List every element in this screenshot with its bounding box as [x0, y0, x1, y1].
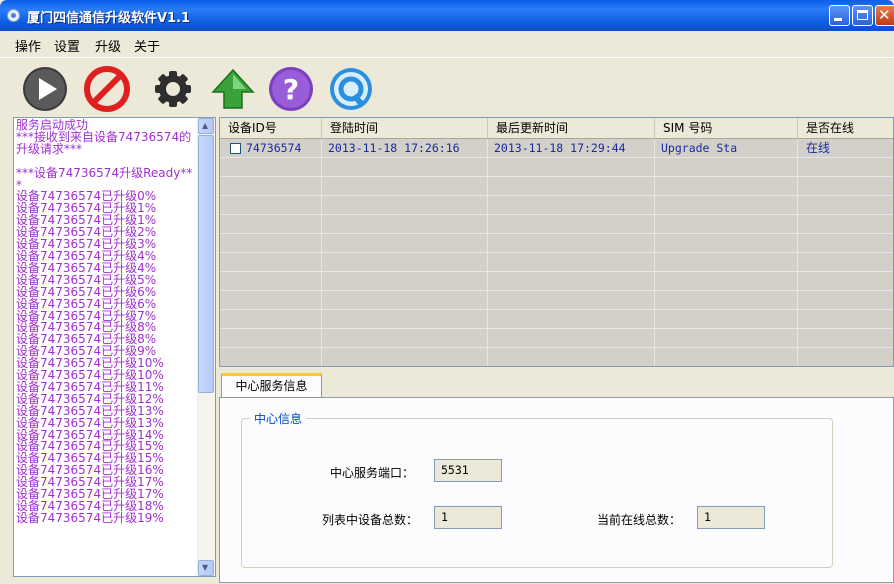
gear-icon[interactable] [146, 64, 200, 114]
table-row[interactable]: 74736574 2013-11-18 17:26:16 2013-11-18 … [220, 139, 893, 158]
log-panel[interactable]: 服务启动成功 ***接收到来自设备74736574的升级请求*** ***设备74… [13, 117, 216, 577]
minimize-icon [834, 18, 842, 21]
table-row-empty [220, 310, 893, 329]
table-row-empty [220, 196, 893, 215]
table-row-empty [220, 348, 893, 366]
scroll-thumb[interactable] [198, 135, 214, 393]
online-total-label: 当前在线总数： [597, 513, 682, 527]
help-icon[interactable]: ? [266, 64, 316, 114]
upgrade-arrow-icon[interactable] [208, 64, 258, 114]
refresh-icon[interactable] [326, 64, 376, 114]
table-row-empty [220, 234, 893, 253]
chevron-down-icon: ▼ [202, 563, 209, 572]
table-row-empty [220, 272, 893, 291]
close-button[interactable]: ✕ [875, 5, 894, 26]
app-icon[interactable] [7, 9, 20, 22]
table-header: 设备ID号 登陆时间 最后更新时间 SIM 号码 是否在线 [220, 118, 893, 139]
play-icon[interactable] [20, 64, 70, 114]
toolbar: ? [0, 57, 894, 116]
menu-about[interactable]: 关于 [134, 36, 160, 55]
port-field[interactable]: 5531 [434, 459, 502, 482]
cell-login-time: 2013-11-18 17:26:16 [322, 139, 488, 158]
minimize-button[interactable] [829, 5, 850, 26]
log-line: ***设备74736574升级Ready*** [16, 165, 193, 192]
table-row-empty [220, 215, 893, 234]
maximize-icon [857, 10, 868, 20]
column-login-time[interactable]: 登陆时间 [322, 118, 488, 138]
cell-sim: Upgrade Sta [655, 139, 798, 158]
scroll-down-button[interactable]: ▼ [198, 560, 214, 576]
column-online[interactable]: 是否在线 [798, 118, 893, 138]
window-title: 厦门四信通信升级软件V1.1 [27, 11, 191, 26]
svg-text:?: ? [283, 73, 299, 106]
group-title: 中心信息 [250, 410, 307, 427]
cell-last-update: 2013-11-18 17:29:44 [488, 139, 655, 158]
device-table: 设备ID号 登陆时间 最后更新时间 SIM 号码 是否在线 74736574 2… [219, 117, 894, 367]
scroll-up-button[interactable]: ▲ [198, 118, 214, 134]
table-row-empty [220, 253, 893, 272]
log-line: ***接收到来自设备74736574的升级请求*** [16, 129, 192, 156]
table-row-empty [220, 291, 893, 310]
column-last-update[interactable]: 最后更新时间 [488, 118, 655, 138]
title-bar: 厦门四信通信升级软件V1.1 ✕ [0, 0, 894, 31]
cell-online: 在线 [798, 139, 893, 158]
column-device-id[interactable]: 设备ID号 [220, 118, 322, 138]
menu-settings[interactable]: 设置 [54, 36, 80, 55]
total-devices-field[interactable]: 1 [434, 506, 502, 529]
table-row-empty [220, 158, 893, 177]
center-info-group [241, 418, 833, 568]
menu-upgrade[interactable]: 升级 [95, 36, 121, 55]
column-sim[interactable]: SIM 号码 [655, 118, 798, 138]
table-body: 74736574 2013-11-18 17:26:16 2013-11-18 … [220, 139, 893, 366]
table-row-empty [220, 329, 893, 348]
tab-center-service-info[interactable]: 中心服务信息 [221, 373, 322, 398]
menu-operation[interactable]: 操作 [15, 36, 41, 55]
maximize-button[interactable] [852, 5, 873, 26]
log-text: 服务启动成功 ***接收到来自设备74736574的升级请求*** ***设备74… [16, 119, 198, 525]
log-line: 设备74736574已升级19% [16, 510, 164, 525]
cell-device-id: 74736574 [220, 139, 322, 158]
total-devices-label: 列表中设备总数： [322, 513, 419, 527]
menu-bar: 操作 设置 升级 关于 [0, 31, 894, 57]
table-row-empty [220, 177, 893, 196]
device-id-text: 74736574 [246, 141, 302, 155]
port-label: 中心服务端口： [330, 466, 415, 480]
chevron-up-icon: ▲ [202, 121, 209, 130]
row-checkbox[interactable] [230, 143, 241, 154]
online-total-field[interactable]: 1 [697, 506, 765, 529]
log-scrollbar[interactable]: ▲ ▼ [197, 118, 215, 576]
stop-icon[interactable] [82, 64, 132, 114]
close-icon: ✕ [878, 6, 891, 24]
